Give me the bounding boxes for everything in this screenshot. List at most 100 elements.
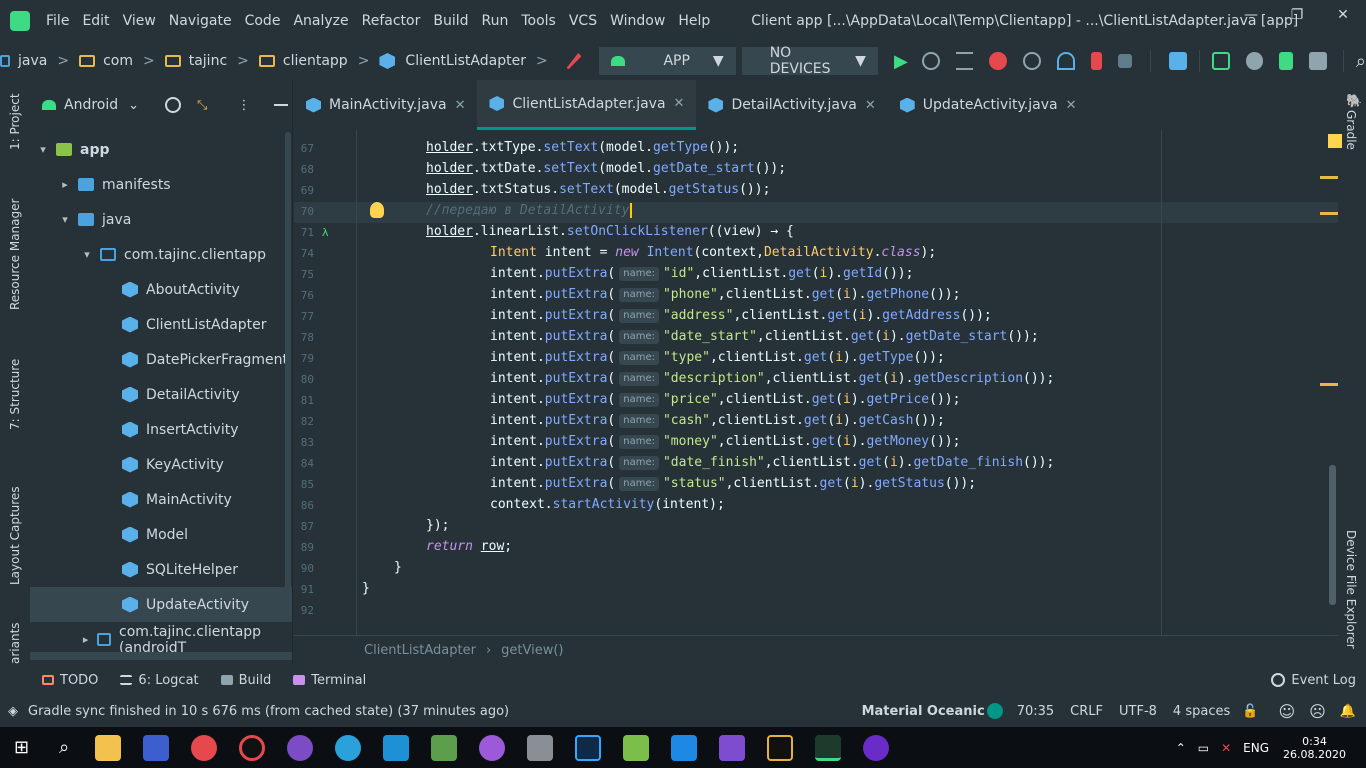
error-stripe-marker[interactable] [1320, 176, 1338, 179]
viber-icon[interactable] [287, 734, 314, 761]
layers-icon[interactable]: ◈ [8, 704, 18, 719]
menu-refactor[interactable]: Refactor [362, 13, 421, 29]
record-icon[interactable] [239, 734, 266, 761]
line-number[interactable]: 79 [294, 352, 314, 365]
hide-panel-icon[interactable] [274, 104, 289, 106]
telegram-icon[interactable] [335, 734, 362, 761]
chevron-up-icon[interactable]: ⌃ [1176, 741, 1186, 755]
battery-icon[interactable]: ▭ [1198, 741, 1209, 755]
menu-run[interactable]: Run [482, 13, 509, 29]
crumb-clientapp[interactable]: clientapp > [258, 53, 369, 69]
run-config-select[interactable]: APP ▼ [599, 47, 736, 75]
project-structure-icon[interactable] [1169, 52, 1187, 70]
tree-item[interactable]: SQLiteHelper [30, 552, 292, 587]
event-log-tool-button[interactable]: Event Log [1271, 673, 1356, 688]
instagram-icon[interactable] [383, 734, 410, 761]
tree-item[interactable]: ClientListAdapter [30, 307, 292, 342]
lock-icon[interactable]: 🔓 [1242, 704, 1258, 719]
photoshop-icon[interactable] [575, 734, 602, 761]
tab-mainactivity[interactable]: MainActivity.java ✕ [294, 80, 477, 130]
run-icon[interactable]: ▶ [894, 51, 908, 72]
tree-item[interactable]: ▸ manifests [30, 167, 292, 202]
maximize-button[interactable]: ❐ [1274, 0, 1320, 30]
tree-item[interactable]: ▾ app [30, 132, 292, 167]
indent-setting[interactable]: 4 spaces [1173, 704, 1230, 719]
network-icon[interactable]: ✕ [1221, 741, 1231, 755]
visual-studio-icon[interactable] [719, 734, 746, 761]
language-indicator[interactable]: ENG [1243, 741, 1269, 755]
windows-start-icon[interactable]: ⊞ [14, 737, 29, 758]
save-disk-icon[interactable] [143, 734, 170, 761]
line-number[interactable]: 74 [294, 247, 314, 260]
menu-vcs[interactable]: VCS [569, 13, 597, 29]
apply-changes-icon[interactable] [921, 52, 940, 70]
menu-code[interactable]: Code [245, 13, 281, 29]
caret-position[interactable]: 70:35 [1017, 704, 1054, 719]
menu-analyze[interactable]: Analyze [293, 13, 348, 29]
breadcrumb-method[interactable]: getView() [501, 643, 563, 658]
profile-icon[interactable] [1023, 52, 1041, 70]
menu-file[interactable]: File [46, 13, 69, 29]
menu-help[interactable]: Help [678, 13, 710, 29]
tree-item[interactable]: AboutActivity [30, 272, 292, 307]
github-icon[interactable] [479, 734, 506, 761]
line-number[interactable]: 86 [294, 499, 314, 512]
apply-code-changes-icon[interactable] [955, 52, 974, 70]
gradle-tool-button[interactable]: Gradle [1344, 110, 1358, 150]
chrome-icon[interactable] [191, 734, 218, 761]
theme-indicator[interactable]: Material Oceanic [862, 704, 985, 719]
build-tool-button[interactable]: Build [220, 673, 271, 688]
line-number[interactable]: 75 [294, 268, 314, 281]
line-number[interactable]: 85 [294, 478, 314, 491]
tab-detailactivity[interactable]: DetailActivity.java ✕ [696, 80, 887, 130]
line-number[interactable]: 89 [294, 541, 314, 554]
clock[interactable]: 0:34 26.08.2020 [1283, 735, 1346, 761]
crumb-clientlistadapter[interactable]: ClientListAdapter > [379, 53, 548, 69]
line-number[interactable]: 78 [294, 331, 314, 344]
stop-icon[interactable] [1118, 54, 1133, 68]
tab-updateactivity[interactable]: UpdateActivity.java ✕ [888, 80, 1089, 130]
feedback-sad-icon[interactable]: ☹ [1309, 702, 1326, 721]
notifications-icon[interactable]: 🔔 [1340, 704, 1356, 719]
chevron-down-icon[interactable]: ⌄ [128, 98, 139, 113]
build-hammer-icon[interactable] [565, 53, 582, 69]
chevron-down-icon[interactable]: ▾ [80, 248, 94, 261]
media-app-icon[interactable] [863, 734, 890, 761]
close-icon[interactable]: ✕ [865, 98, 876, 113]
database-icon[interactable] [527, 734, 554, 761]
attach-debugger-icon[interactable] [1090, 52, 1103, 70]
sdk-manager-icon[interactable] [1309, 52, 1327, 70]
lambda-gutter-icon[interactable]: λ [322, 226, 329, 239]
menu-view[interactable]: View [123, 13, 156, 29]
project-view-select[interactable]: Android [64, 97, 118, 113]
horizontal-scrollbar[interactable] [30, 652, 292, 660]
tree-item[interactable]: MainActivity [30, 482, 292, 517]
file-explorer-icon[interactable] [95, 734, 122, 761]
more-options-icon[interactable]: ⋮ [237, 98, 250, 113]
line-number[interactable]: 91 [294, 583, 314, 596]
line-number[interactable]: 76 [294, 289, 314, 302]
structure-tool-button[interactable]: 7: Structure [8, 359, 22, 430]
intellij-icon[interactable] [767, 734, 794, 761]
line-number[interactable]: 92 [294, 604, 314, 617]
debug-icon[interactable] [989, 52, 1008, 70]
tree-item[interactable]: DetailActivity [30, 377, 292, 412]
line-number[interactable]: 82 [294, 415, 314, 428]
error-stripe-marker[interactable] [1320, 212, 1338, 215]
target-icon[interactable] [165, 97, 182, 113]
lightbulb-icon[interactable] [370, 202, 384, 218]
profiler-icon[interactable] [1056, 52, 1075, 70]
sync-gradle-icon[interactable] [1245, 52, 1264, 70]
vertical-scrollbar[interactable] [285, 132, 291, 602]
line-number[interactable]: 71 [294, 226, 314, 239]
device-file-explorer-tool-button[interactable]: Device File Explorer [1344, 530, 1358, 649]
tree-item[interactable]: KeyActivity [30, 447, 292, 482]
line-number[interactable]: 69 [294, 184, 314, 197]
line-number[interactable]: 84 [294, 457, 314, 470]
error-stripe-marker[interactable] [1320, 383, 1338, 386]
line-number[interactable]: 80 [294, 373, 314, 386]
tree-item[interactable]: ▾ java [30, 202, 292, 237]
line-number[interactable]: 83 [294, 436, 314, 449]
android-studio-icon[interactable] [815, 734, 842, 761]
hector-smile-icon[interactable]: ☺ [1278, 702, 1295, 721]
